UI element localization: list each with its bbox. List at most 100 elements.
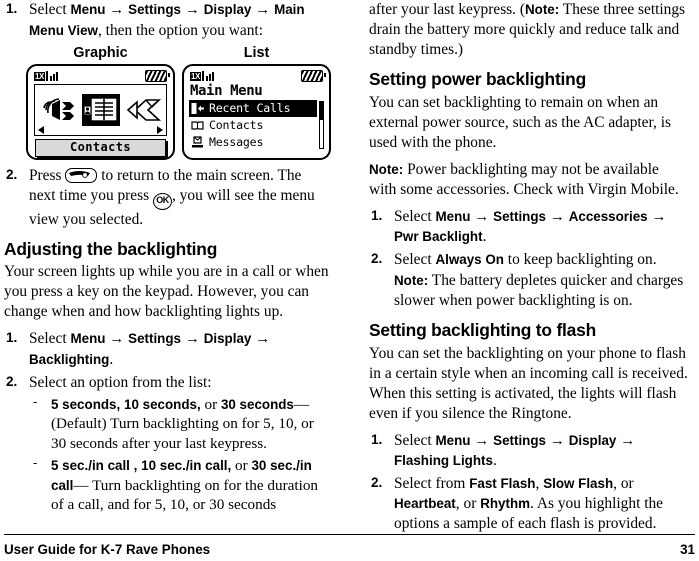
step-always-on: 2. Select Always On to keep backlighting… bbox=[369, 250, 690, 311]
arrow-icon: → bbox=[474, 432, 490, 449]
option-heartbeat: Heartbeat bbox=[394, 496, 456, 512]
option-10-seconds: 10 seconds, bbox=[124, 396, 201, 412]
step-text-before: Select bbox=[394, 207, 432, 225]
step-text-before: Select bbox=[394, 251, 432, 269]
left-steps-backlighting: 1. Select Menu → Settings → Display → Ba… bbox=[4, 329, 331, 515]
always-on-note: Note: The battery depletes quicker and c… bbox=[394, 271, 690, 311]
menu-path-accessories: Accessories bbox=[568, 208, 648, 224]
page-footer: User Guide for K-7 Rave Phones 31 bbox=[4, 542, 695, 557]
step-text-before: Select bbox=[29, 330, 67, 348]
step-number: 1. bbox=[6, 1, 18, 16]
continued-text: after your last keypress. ( bbox=[369, 1, 525, 18]
option-fast-flash: Fast Flash bbox=[469, 476, 536, 492]
option-rhythm: Rhythm bbox=[480, 496, 531, 512]
status-left: 1X bbox=[34, 70, 61, 82]
figure-graphic-view: Graphic 1X Contacts bbox=[26, 45, 175, 160]
signal-bars-icon bbox=[201, 71, 217, 82]
ringer-icon[interactable] bbox=[40, 94, 78, 126]
option-5-sec-in-call: 5 sec./in call , bbox=[51, 457, 138, 473]
arrow-icon: → bbox=[109, 331, 125, 348]
contacts-icon[interactable] bbox=[81, 93, 120, 126]
list-item-label: Recent Calls bbox=[209, 101, 291, 116]
step-text-before: Select from bbox=[394, 475, 466, 493]
messages-icon bbox=[191, 135, 204, 149]
softkey-contacts[interactable]: Contacts bbox=[35, 138, 166, 157]
or-text: or bbox=[620, 475, 634, 493]
option-30-seconds: 30 seconds bbox=[220, 396, 294, 412]
phone-screen-graphic: 1X Contacts bbox=[26, 63, 175, 160]
left-column: 1. Select Menu → Settings → Display → Ma… bbox=[0, 0, 349, 520]
status-bar: 1X bbox=[34, 69, 170, 82]
power-backlighting-note: Note: Power backlighting may not be avai… bbox=[369, 160, 690, 200]
contacts-book-icon bbox=[191, 119, 204, 132]
right-arrow-icon[interactable] bbox=[157, 125, 163, 134]
arrow-icon: → bbox=[255, 2, 271, 18]
scrollbar[interactable] bbox=[319, 100, 324, 149]
menu-path-menu: Menu bbox=[70, 2, 106, 17]
network-1x-icon: 1X bbox=[34, 72, 45, 82]
figure-caption-list: List bbox=[243, 44, 270, 61]
right-column: after your last keypress. (Note: These t… bbox=[349, 0, 698, 532]
step-select-option: 2. Select an option from the list: - 5 s… bbox=[4, 373, 331, 516]
menu-path-pwr-backlight: Pwr Backlight bbox=[394, 229, 483, 245]
left-arrow-icon[interactable] bbox=[38, 125, 44, 134]
end-key-icon bbox=[65, 167, 98, 183]
battery-icon bbox=[301, 69, 326, 82]
flash-body: You can set the backlighting on your pho… bbox=[369, 344, 688, 422]
list-item-messages[interactable]: Messages bbox=[189, 134, 317, 151]
step-number: 2. bbox=[6, 373, 18, 389]
flash-steps: 1. Select Menu → Settings → Display → Fl… bbox=[369, 431, 690, 535]
list-item-contacts[interactable]: Contacts bbox=[189, 117, 317, 134]
arrow-icon: → bbox=[549, 432, 565, 449]
menu-path-settings: Settings bbox=[493, 432, 546, 448]
power-backlighting-body: You can set backlighting to remain on wh… bbox=[369, 93, 671, 151]
step-main-menu-view: 1. Select Menu → Settings → Display → Ma… bbox=[4, 0, 331, 41]
step-select-flash-style: 2. Select from Fast Flash, Slow Flash, o… bbox=[369, 474, 690, 534]
arrow-icon: → bbox=[474, 208, 490, 225]
section-heading-backlighting-flash: Setting backlighting to flash bbox=[369, 320, 597, 341]
note-text: Power backlighting may not be available … bbox=[369, 160, 679, 198]
menu-path-settings: Settings bbox=[128, 2, 181, 17]
menu-path-menu: Menu bbox=[435, 432, 471, 448]
menu-path-display: Display bbox=[568, 432, 617, 448]
scrollbar-thumb[interactable] bbox=[320, 101, 323, 120]
option-seconds-in-call: - 5 sec./in call , 10 sec./in call, or 3… bbox=[29, 455, 331, 515]
graphic-icon-carousel bbox=[34, 83, 167, 136]
step-text-after: to keep backlighting on. bbox=[507, 251, 657, 269]
step-text-after: . bbox=[492, 452, 497, 470]
footer-title: User Guide for K-7 Rave Phones bbox=[4, 542, 211, 557]
option-5-seconds: 5 seconds, bbox=[51, 396, 121, 412]
option-seconds: - 5 seconds, 10 seconds, or 30 seconds— … bbox=[29, 393, 331, 454]
carousel-arrows bbox=[38, 125, 163, 134]
option-10-sec-in-call: 10 sec./in call, bbox=[141, 457, 232, 473]
menu-path-display: Display bbox=[203, 331, 252, 347]
battery-icon bbox=[145, 69, 170, 82]
arrow-icon: → bbox=[255, 331, 271, 348]
menu-path-menu: Menu bbox=[70, 331, 106, 347]
recent-calls-icon bbox=[191, 102, 204, 115]
list-item-recent-calls[interactable]: Recent Calls bbox=[189, 99, 317, 117]
list-item-label: Messages bbox=[209, 135, 264, 150]
note-text: The battery depletes quicker and charges… bbox=[394, 272, 684, 310]
step-number: 1. bbox=[371, 207, 383, 223]
status-bar: 1X bbox=[190, 69, 326, 82]
intro-paragraph: Your screen lights up while you are in a… bbox=[4, 263, 329, 321]
menu-path-backlighting: Backlighting bbox=[29, 351, 110, 367]
em-dash: — bbox=[293, 395, 310, 413]
messages-icon[interactable] bbox=[124, 94, 162, 126]
step-text-after: . bbox=[109, 350, 114, 368]
note-label: Note: bbox=[525, 2, 560, 17]
list-item-label: Contacts bbox=[209, 118, 264, 133]
step-number: 1. bbox=[6, 330, 18, 346]
continued-paragraph: after your last keypress. (Note: These t… bbox=[369, 0, 690, 60]
phone-screen-list: 1X Main Menu Recent Calls Contacts Messa… bbox=[182, 63, 331, 160]
step-number: 1. bbox=[371, 431, 383, 447]
figure-list-view: List 1X Main Menu Recent Calls Contacts … bbox=[182, 45, 331, 160]
option-slow-flash: Slow Flash bbox=[543, 476, 614, 492]
step-number: 2. bbox=[371, 475, 383, 491]
arrow-icon: → bbox=[184, 2, 200, 18]
comma: , bbox=[535, 475, 540, 493]
or-text: or bbox=[235, 456, 248, 474]
dash-bullet: - bbox=[33, 393, 38, 409]
arrow-icon: → bbox=[549, 208, 565, 225]
